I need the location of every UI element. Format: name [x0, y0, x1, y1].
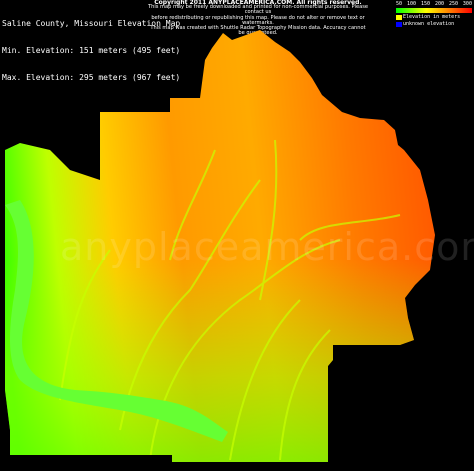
watermark-text: anyplaceamerica.com — [60, 225, 474, 269]
